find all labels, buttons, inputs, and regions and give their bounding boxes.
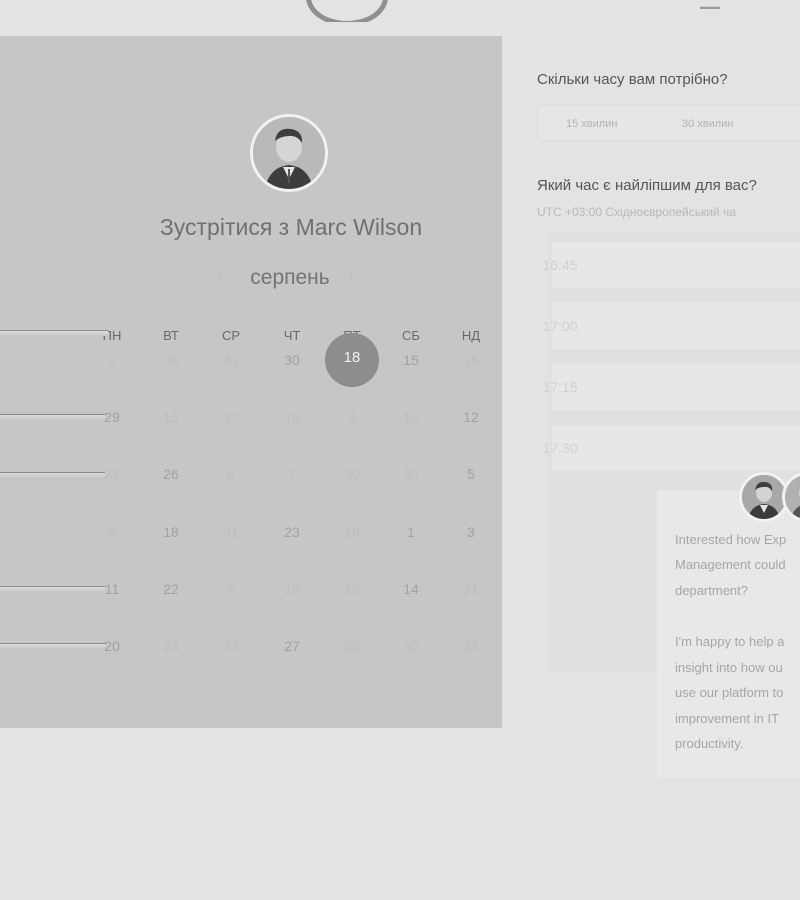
duration-options: 15 хвилин 30 хвилин (537, 105, 800, 141)
calendar-day[interactable]: 31 (451, 638, 491, 654)
row-divider (0, 472, 105, 478)
row-divider (0, 586, 105, 592)
calendar-day[interactable]: 20 (92, 638, 132, 654)
time-slot-label[interactable]: 17:15 (405, 379, 715, 395)
weekday-tue: ВТ (163, 328, 179, 343)
logo-mark: — — (700, 0, 720, 22)
calendar-day[interactable]: 30 (391, 466, 431, 482)
calendar-day[interactable]: 31 (92, 466, 132, 482)
calendar-day[interactable]: 14 (391, 581, 431, 597)
time-slot-label[interactable]: 16:45 (405, 257, 715, 273)
calendar-day[interactable]: 6 (92, 524, 132, 540)
calendar-day[interactable]: 9 (332, 409, 372, 425)
calendar-day[interactable]: 22 (151, 581, 191, 597)
calendar-day[interactable]: 16 (332, 524, 372, 540)
calendar-day[interactable]: 6 (211, 466, 251, 482)
calendar-day[interactable]: 19 (272, 581, 312, 597)
weekday-wed: СР (221, 328, 241, 343)
time-slot-label[interactable]: 17:30 (405, 440, 715, 456)
chevron-right-icon[interactable]: › (348, 266, 354, 287)
calendar-day[interactable]: 24 (151, 638, 191, 654)
meeting-title: Зустрітися з Marc Wilson (159, 214, 423, 240)
calendar-day[interactable]: 5 (451, 466, 491, 482)
calendar-day[interactable]: 23 (272, 524, 312, 540)
timezone-label[interactable]: UTC +03:00 Східноєвропейський ча (537, 205, 736, 219)
calendar-day[interactable]: 5 (211, 581, 251, 597)
duration-question: Скільки часу вам потрібно? (537, 71, 728, 88)
time-question: Який час є найліпшим для вас? (537, 177, 757, 194)
calendar-day[interactable]: 30 (332, 466, 372, 482)
info-text-line: Management could (675, 557, 786, 572)
calendar-day[interactable]: 21 (451, 581, 491, 597)
duration-30-button[interactable]: 30 хвилин (682, 118, 733, 130)
calendar-day[interactable]: 3 (451, 524, 491, 540)
calendar-day[interactable]: 18 (272, 409, 312, 425)
calendar-day[interactable]: 12 (451, 409, 491, 425)
calendar-day[interactable]: 28 (332, 638, 372, 654)
current-month: серпень (250, 266, 330, 289)
calendar-day[interactable]: 13 (332, 581, 372, 597)
calendar-day[interactable]: 31 (211, 352, 251, 368)
calendar-day[interactable]: 1 (391, 524, 431, 540)
calendar-day[interactable]: 18 (151, 524, 191, 540)
calendar-day[interactable]: 16 (451, 352, 491, 368)
row-divider (0, 414, 105, 420)
calendar-day[interactable]: 15 (391, 352, 431, 368)
calendar-day[interactable]: 10 (391, 409, 431, 425)
selected-day[interactable]: 18 (325, 349, 379, 366)
info-text-line: improvement in IT (675, 711, 780, 726)
brand-logo: — — (300, 0, 720, 22)
logo-bubble-icon (306, 0, 388, 22)
calendar-day[interactable]: 29 (92, 409, 132, 425)
calendar-day[interactable]: 30 (272, 352, 312, 368)
calendar-day[interactable]: 9 (92, 352, 132, 368)
time-slot-label[interactable]: 17:00 (405, 318, 715, 334)
duration-15-button[interactable]: 15 хвилин (566, 118, 617, 130)
weekday-thu: ЧТ (283, 328, 301, 343)
row-divider (0, 330, 108, 336)
info-text-line: use our platform to (675, 685, 784, 700)
row-divider (0, 643, 105, 649)
calendar-day[interactable]: 11 (92, 581, 132, 597)
info-text-line: insight into how ou (675, 660, 783, 675)
calendar-day[interactable]: 7 (272, 466, 312, 482)
info-text-line: productivity. (675, 736, 744, 751)
calendar-day[interactable]: 31 (211, 524, 251, 540)
calendar-day[interactable]: 17 (211, 409, 251, 425)
calendar-day[interactable]: 26 (151, 466, 191, 482)
calendar-day[interactable]: 30 (151, 352, 191, 368)
month-navigator: ‹ серпень › (210, 264, 370, 294)
calendar-day[interactable]: 13 (211, 638, 251, 654)
calendar-day[interactable]: 30 (391, 638, 431, 654)
calendar-day[interactable]: 16 (151, 409, 191, 425)
info-text-line: I'm happy to help a (675, 634, 785, 649)
info-text-line: department? (675, 583, 748, 598)
info-text-line: Interested how Exp (675, 532, 787, 547)
calendar-day[interactable]: 27 (272, 638, 312, 654)
host-avatar (250, 114, 328, 192)
